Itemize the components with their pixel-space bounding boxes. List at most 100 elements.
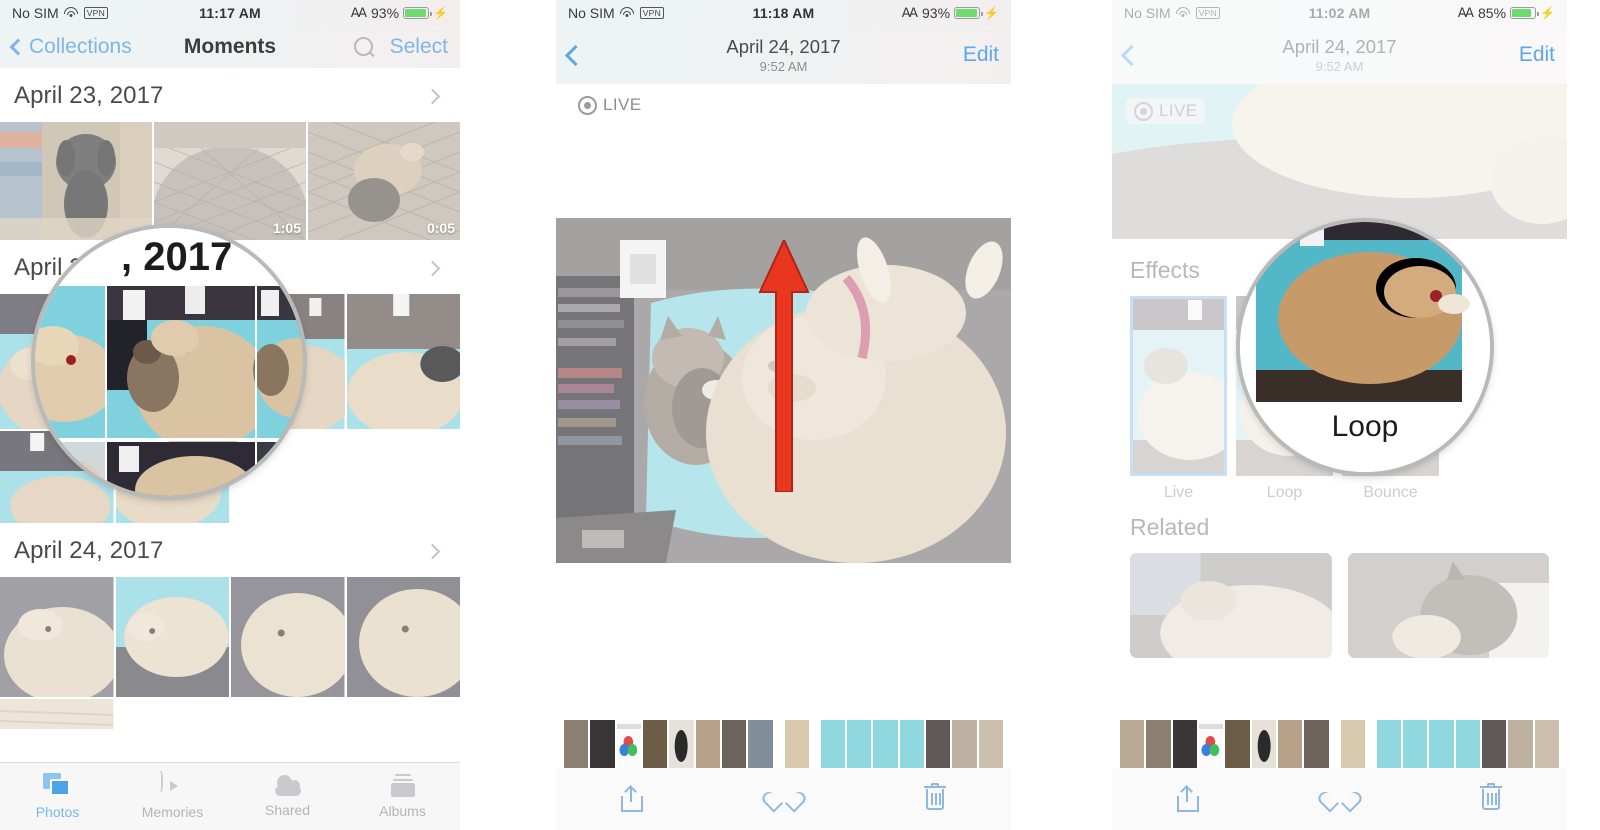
back-chevron-icon[interactable] — [1120, 44, 1143, 66]
status-bar: No SIM VPN 11:18 AM Ꜳ 93% ⚡ — [556, 0, 1011, 26]
phone-panel-moments: No SIM VPN 11:17 AM Ꜳ 93% ⚡ Collections … — [0, 0, 460, 830]
photo-date: April 24, 2017 — [726, 36, 841, 57]
title-block: April 24, 2017 9:52 AM — [556, 36, 1011, 74]
share-button[interactable] — [1112, 785, 1264, 812]
related-thumbnail[interactable] — [1112, 0, 1567, 830]
bluetooth-icon: Ꜳ — [350, 5, 368, 20]
photo-thumbnail[interactable] — [0, 122, 152, 240]
trash-icon — [1480, 783, 1503, 812]
related-title: Related — [1130, 514, 1210, 540]
wifi-icon — [620, 7, 635, 19]
status-bar: No SIM VPN 11:02 AM Ꜳ 85% ⚡ — [1112, 0, 1567, 26]
lightning-bolt-icon: ⚡ — [433, 6, 448, 20]
live-badge[interactable]: LIVE — [570, 92, 649, 118]
heart-icon — [1315, 787, 1364, 813]
status-left: No SIM VPN — [12, 5, 109, 21]
photo-thumbnail[interactable] — [115, 577, 229, 697]
favorite-button[interactable] — [1264, 787, 1416, 813]
memories-icon — [158, 771, 187, 799]
wifi-icon — [64, 7, 79, 19]
chevron-right-icon — [424, 88, 441, 104]
delete-button[interactable] — [1415, 783, 1567, 812]
tab-label: Shared — [264, 802, 311, 818]
lightning-bolt-icon: ⚡ — [1540, 6, 1555, 20]
vpn-badge: VPN — [1195, 7, 1221, 19]
magnified-loop-caption: Loop — [1332, 410, 1399, 443]
live-label: LIVE — [603, 95, 642, 114]
photo-thumbnail[interactable] — [0, 699, 114, 729]
live-badge[interactable]: LIVE — [1126, 98, 1206, 124]
back-button[interactable]: Collections — [9, 35, 132, 59]
magnifier-loupe: Loop — [1240, 222, 1490, 472]
carrier-label: No SIM — [12, 5, 59, 21]
back-chevron-icon[interactable] — [564, 44, 587, 66]
nav-actions: Edit — [1519, 43, 1555, 67]
photo-date: April 24, 2017 — [1282, 36, 1397, 57]
main-photo[interactable] — [556, 218, 1011, 563]
photo-thumbnail[interactable]: 0:05 — [308, 122, 460, 240]
live-label: LIVE — [1159, 101, 1198, 120]
edit-button[interactable]: Edit — [1519, 43, 1555, 67]
date-header-row[interactable]: April 24, 2017 — [0, 523, 460, 577]
main-photo-cropped[interactable]: LIVE — [1112, 84, 1567, 239]
tab-photos[interactable]: Photos — [0, 763, 115, 830]
effect-thumbnail — [1130, 296, 1227, 476]
photo-time: 9:52 AM — [759, 59, 808, 74]
tab-shared[interactable]: Shared — [230, 763, 345, 830]
effect-option-live[interactable]: Live — [1130, 296, 1227, 502]
photos-icon — [42, 773, 73, 799]
favorite-button[interactable] — [708, 787, 860, 813]
phone-panel-photo-detail: No SIM VPN 11:18 AM Ꜳ 93% ⚡ April 24, 20… — [556, 0, 1011, 830]
photo-thumbnail[interactable] — [0, 577, 114, 697]
navigation-bar: April 24, 2017 9:52 AM Edit — [1112, 26, 1567, 84]
moments-scroll-area[interactable]: April 23, 2017 0:05 April 24, 2017 , 201… — [0, 68, 460, 830]
status-right: Ꜳ 93% ⚡ — [351, 5, 448, 21]
search-icon[interactable] — [353, 37, 374, 57]
photo-thumbnail[interactable] — [346, 294, 460, 429]
magnifier-content: Loop — [1240, 222, 1490, 472]
chevron-right-icon — [424, 260, 441, 276]
back-label: Collections — [29, 35, 132, 58]
photo-thumbnail[interactable] — [346, 577, 460, 697]
tab-albums[interactable]: Albums — [345, 763, 460, 830]
status-bar: No SIM VPN 11:17 AM Ꜳ 93% ⚡ — [0, 0, 460, 26]
carrier-label: No SIM — [568, 5, 615, 21]
swipe-up-arrow-icon — [756, 237, 812, 497]
share-icon — [620, 785, 643, 812]
related-thumbnail[interactable] — [1112, 0, 1567, 830]
photo-filmstrip[interactable] — [556, 720, 1011, 768]
carrier-label: No SIM — [1124, 5, 1171, 21]
photo-thumbnail[interactable] — [347, 431, 461, 523]
tab-memories[interactable]: Memories — [115, 763, 230, 830]
video-duration: 0:05 — [426, 220, 455, 236]
battery-icon — [403, 7, 432, 19]
effect-label: Loop — [1266, 484, 1303, 501]
share-button[interactable] — [556, 785, 708, 812]
effect-label: Bounce — [1363, 484, 1418, 501]
photo-toolbar — [1112, 768, 1567, 830]
live-photo-icon — [1134, 101, 1153, 121]
battery-percent: 93% — [371, 5, 400, 21]
photo-thumbnail[interactable]: 1:05 — [154, 122, 306, 240]
screenshot-stage: No SIM VPN 11:17 AM Ꜳ 93% ⚡ Collections … — [0, 0, 1600, 830]
bluetooth-icon: Ꜳ — [901, 5, 919, 20]
vpn-badge: VPN — [639, 7, 665, 19]
heart-icon — [759, 787, 808, 813]
tab-label: Albums — [379, 803, 426, 819]
back-chevron-icon — [9, 38, 27, 56]
edit-button[interactable]: Edit — [963, 43, 999, 67]
photo-grid — [0, 699, 460, 729]
photo-thumbnail[interactable] — [231, 577, 345, 697]
photo-grid — [0, 577, 460, 697]
battery-icon — [1510, 7, 1539, 19]
battery-percent: 93% — [922, 5, 951, 21]
date-header-row[interactable]: April 23, 2017 — [0, 68, 460, 122]
status-right: Ꜳ 85% ⚡ — [1458, 5, 1555, 21]
photo-filmstrip[interactable] — [1112, 720, 1567, 768]
share-icon — [1176, 785, 1199, 812]
delete-button[interactable] — [859, 783, 1011, 812]
photo-grid: 1:05 0:05 — [0, 122, 460, 240]
select-button[interactable]: Select — [390, 35, 448, 59]
trash-icon — [924, 783, 947, 812]
date-label: April 23, 2017 — [14, 82, 164, 109]
